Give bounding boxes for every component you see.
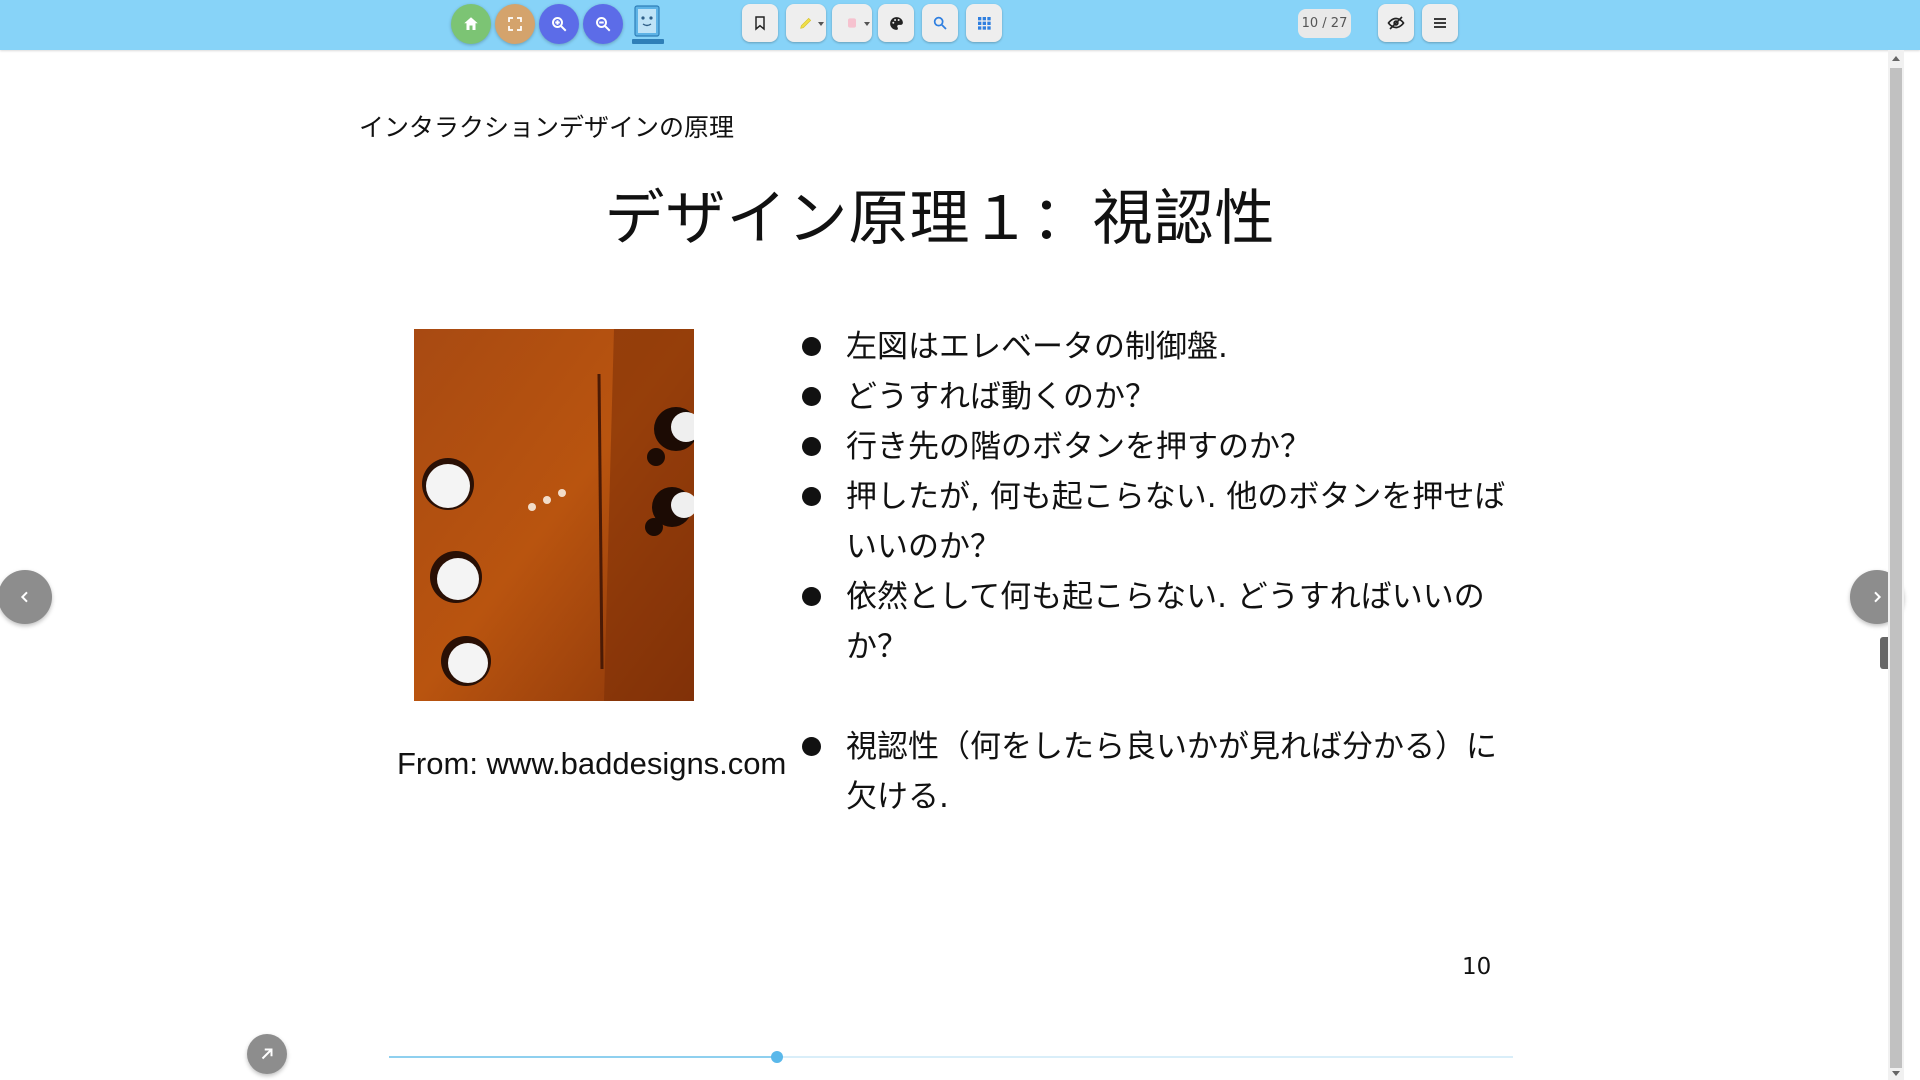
menu-button[interactable] [1422,4,1458,42]
eraser-dropdown-icon[interactable] [864,22,870,26]
bookmark-icon [755,16,765,31]
bullet-dot-icon [802,487,821,506]
progress-knob[interactable] [770,1051,783,1063]
page-counter: 10 / 27 [1298,9,1351,38]
menu-icon [1434,18,1446,28]
grid-icon [978,17,991,30]
zoom-out-icon [596,17,611,32]
bullet-dot-icon [802,587,821,606]
fullscreen-icon [508,17,522,31]
thumbnail-grid-button[interactable] [966,4,1002,42]
bullet-item: 依然として何も起こらない. どうすればいいのか？ [795,572,1515,672]
highlighter-icon [800,17,812,29]
bullet-item: どうすれば動くのか？ [795,372,1515,422]
scroll-up-icon[interactable] [1892,56,1900,61]
app-logo [629,3,667,47]
hide-icon [1387,16,1405,30]
highlighter-dropdown-icon[interactable] [818,22,824,26]
search-button[interactable] [922,4,958,42]
progress-fill [389,1056,777,1058]
expand-button[interactable] [247,1034,287,1074]
bookmark-button[interactable] [742,4,778,42]
scroll-down-icon[interactable] [1892,1071,1900,1076]
highlighter-button[interactable] [786,4,826,42]
slide-page-number: 10 [1462,954,1492,980]
bullet-item: 視認性（何をしたら良いかが見れば分かる）に欠ける. [795,722,1515,822]
search-icon [933,16,947,30]
palette-icon [889,16,903,30]
home-icon [464,17,478,30]
slide-title: デザイン原理１：視認性 [604,184,1276,254]
top-toolbar: 10 / 27 [0,0,1920,50]
vertical-scrollbar[interactable] [1888,50,1904,1080]
bullet-dot-icon [802,387,821,406]
elevator-panel-photo [414,329,694,701]
bullet-item: 押したが, 何も起こらない. 他のボタンを押せばいいのか？ [795,472,1515,572]
bullet-dot-icon [802,437,821,456]
previous-page-button[interactable] [0,570,52,624]
arrow-up-right-icon [261,1048,273,1060]
bullet-list: 左図はエレベータの制御盤. どうすれば動くのか？ 行き先の階のボタンを押すのか？… [795,322,1515,822]
zoom-in-button[interactable] [539,4,579,44]
fullscreen-button[interactable] [495,4,535,44]
page-progress-slider[interactable] [389,1051,1513,1063]
bullet-dot-icon [802,337,821,356]
eraser-icon [848,18,856,28]
bullet-dot-icon [802,737,821,756]
bullet-item: 行き先の階のボタンを押すのか？ [795,422,1515,472]
chevron-left-icon [20,591,28,603]
zoom-out-button[interactable] [583,4,623,44]
home-button[interactable] [451,4,491,44]
image-source-caption: From: www.baddesigns.com [397,746,787,781]
hide-annotations-button[interactable] [1378,4,1414,42]
zoom-in-icon [552,17,567,32]
palette-button[interactable] [878,4,914,42]
bullet-item: 左図はエレベータの制御盤. [795,322,1515,372]
eraser-button[interactable] [832,4,872,42]
slide-subtitle: インタラクションデザインの原理 [359,113,735,142]
scrollbar-thumb[interactable] [1890,68,1902,1068]
chevron-right-icon [1874,591,1882,603]
